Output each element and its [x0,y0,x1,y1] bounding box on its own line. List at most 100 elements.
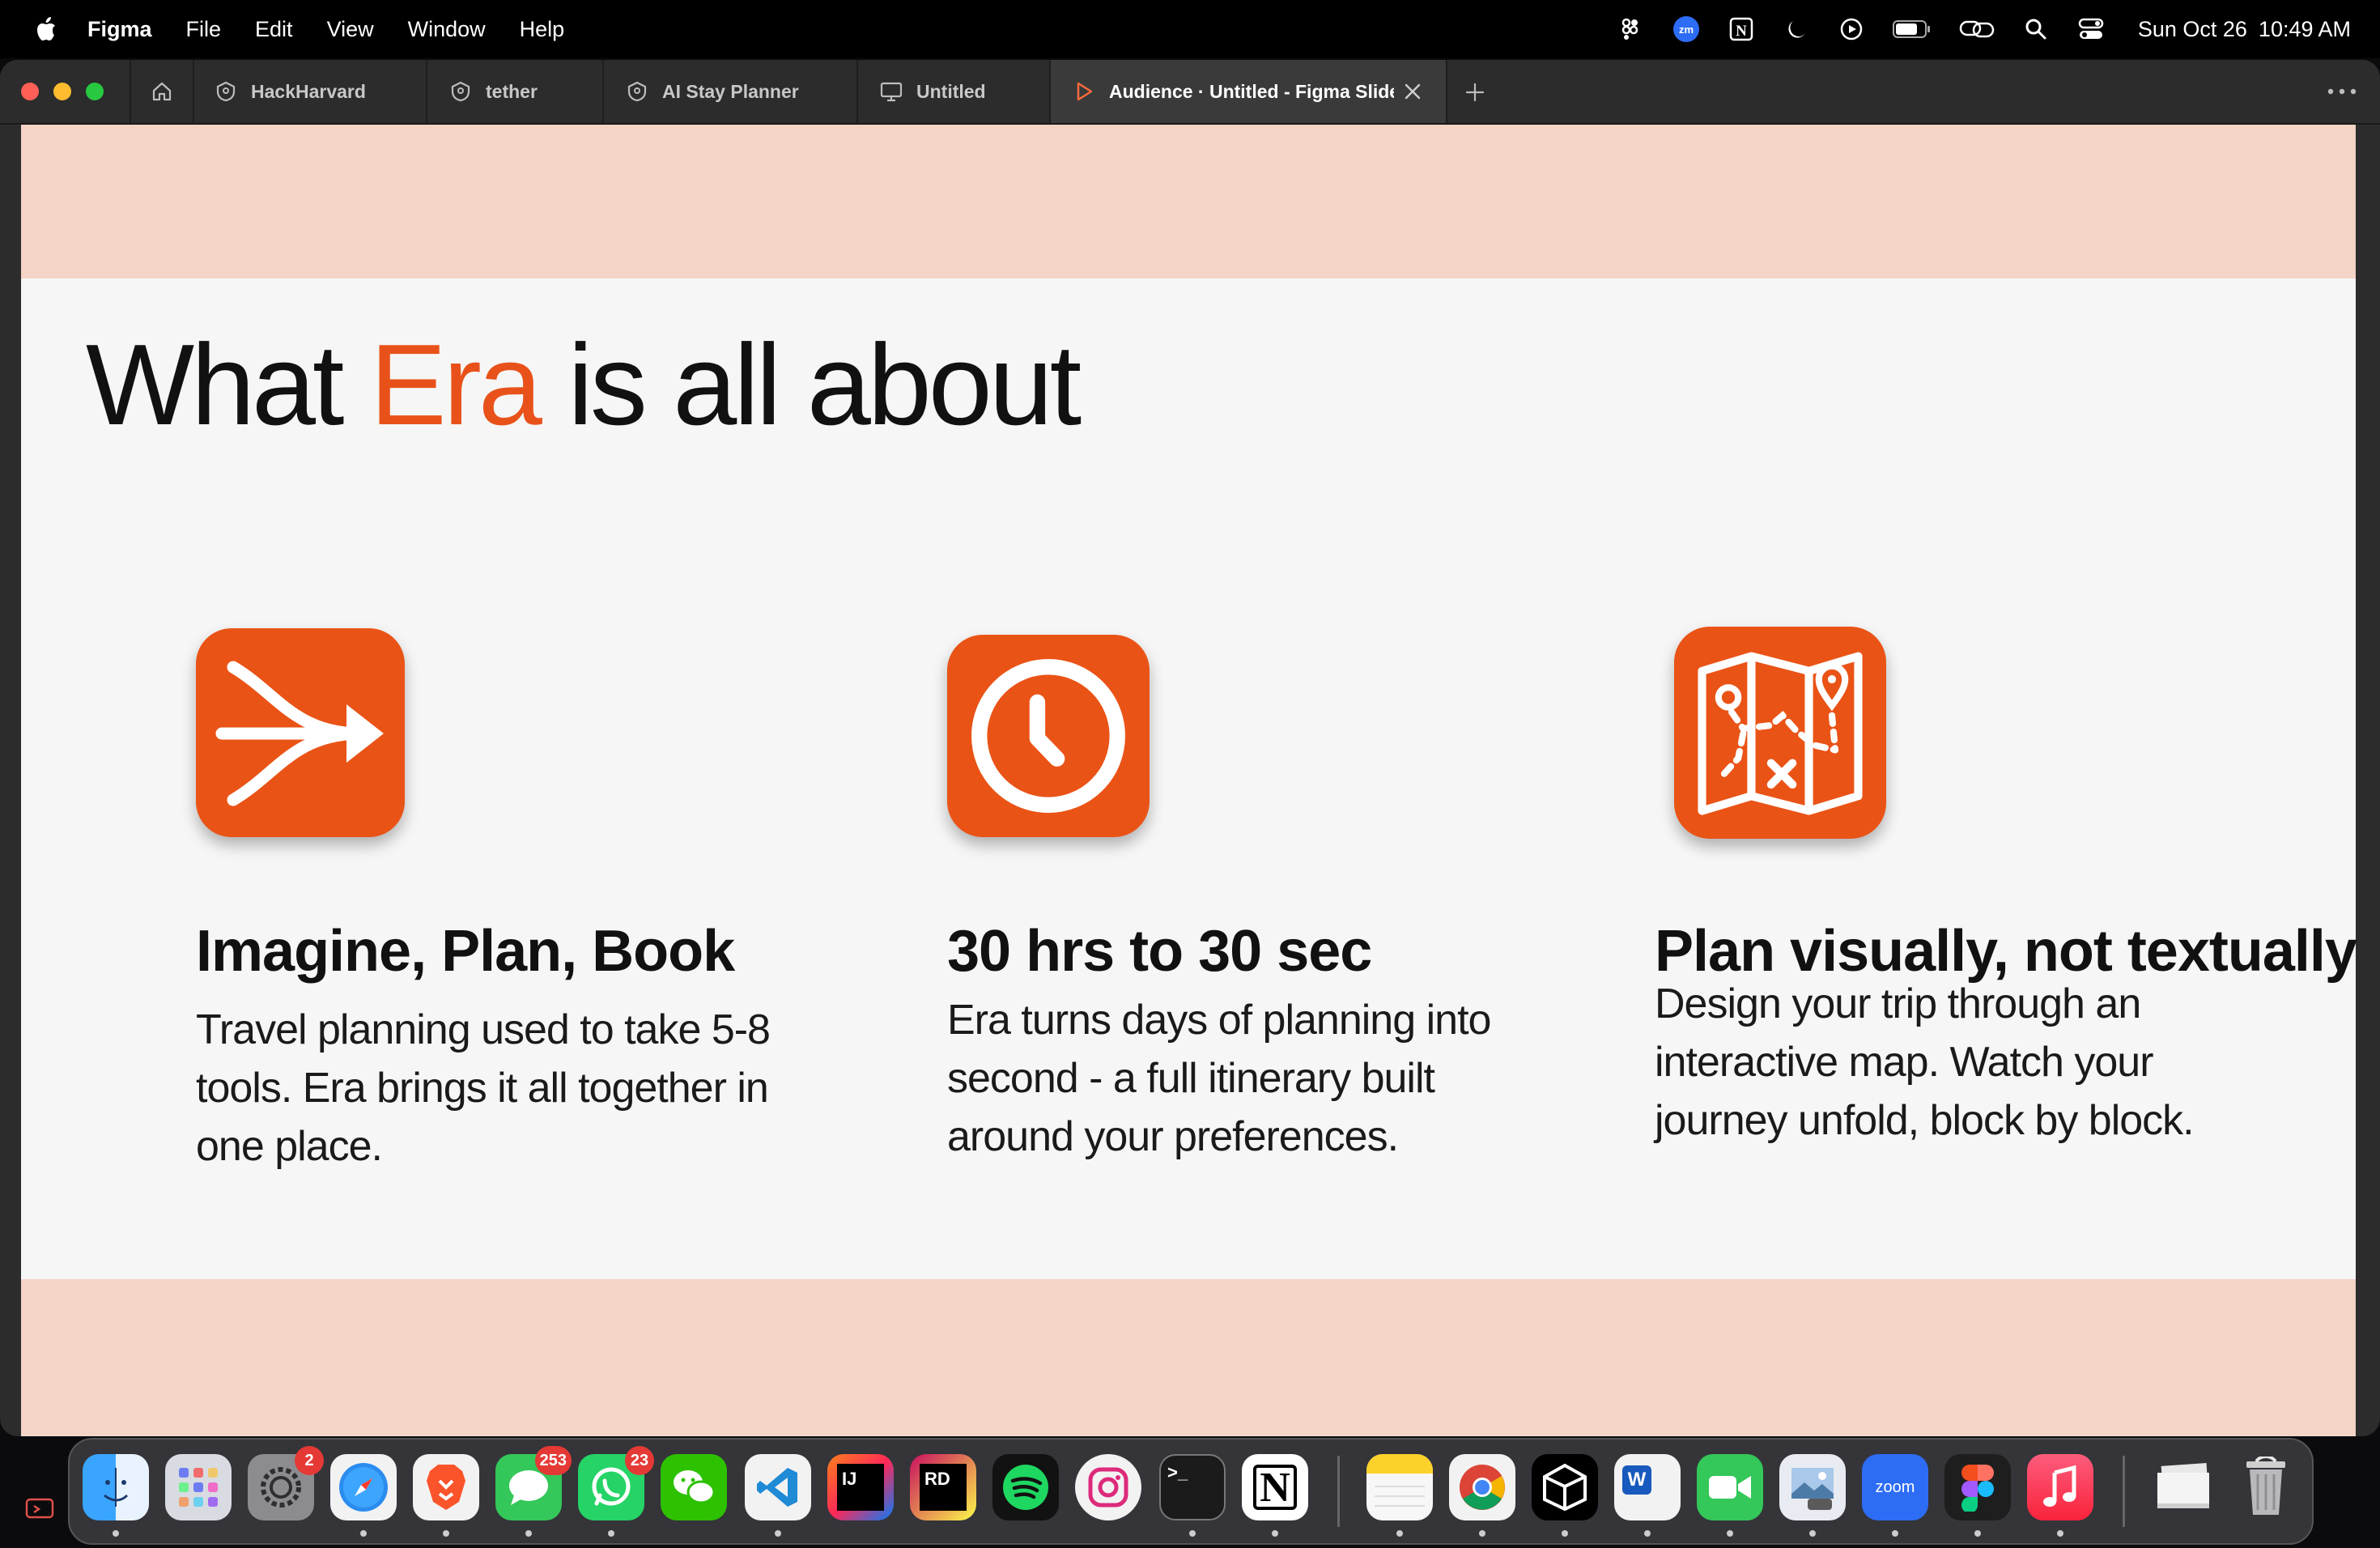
svg-text:zm: zm [1679,23,1694,36]
dock-downloads-stack-icon[interactable] [2150,1454,2216,1520]
tab-untitled[interactable]: Untitled [858,60,1051,123]
map-icon [1674,627,1886,839]
menu-file[interactable]: File [186,17,222,42]
dock-system-settings-icon[interactable]: 2 [248,1446,324,1520]
dock-messages-icon[interactable]: 253 [495,1446,572,1520]
dock-chrome-icon[interactable] [1449,1454,1515,1520]
description-line: one place. [196,1123,383,1170]
dock-unity-icon[interactable] [1532,1454,1598,1520]
running-indicator [1644,1530,1651,1537]
dock-instagram-icon[interactable] [1075,1454,1141,1520]
figma-mirror-icon[interactable] [1617,15,1646,44]
dock-wechat-icon[interactable] [661,1454,727,1520]
running-indicator [113,1530,119,1537]
dock-separator [2123,1456,2125,1527]
dock-word-icon[interactable]: W [1614,1454,1681,1520]
menu-view[interactable]: View [327,17,374,42]
menu-bar: Figma File Edit View Window Help zm N Su… [0,0,2380,58]
feature-30-hrs-to-30-sec: 30 hrs to 30 sec Era turns days of plann… [947,635,1611,1201]
dock-trash-icon[interactable] [2233,1454,2299,1520]
dock-notion-icon[interactable]: N [1242,1454,1308,1520]
feature-description: Travel planning used to take 5-8 tools. … [196,1001,771,1176]
menu-time: 10:49 AM [2258,16,2351,41]
menu-edit[interactable]: Edit [255,17,293,42]
zoom-window-button[interactable] [86,83,104,100]
menu-date: Sun Oct 26 [2137,16,2247,41]
more-options-button[interactable] [2322,78,2362,105]
running-indicator [2057,1530,2063,1537]
dock-intellij-icon[interactable]: IJ [827,1454,894,1520]
clock-icon [947,635,1150,837]
dock-figma-icon[interactable] [1944,1454,2011,1520]
menu-clock[interactable]: Sun Oct 26 10:49 AM [2138,17,2351,42]
close-window-button[interactable] [21,83,39,100]
moon-icon[interactable] [1782,15,1811,44]
merge-arrow-icon [196,628,405,837]
tab-label: HackHarvard [251,80,366,102]
slides-icon [879,79,903,104]
apple-menu-icon[interactable] [31,13,63,45]
link-icon[interactable] [1958,15,1995,44]
menu-app-name[interactable]: Figma [87,17,152,42]
feature-plan-visually: Plan visually, not textually Design your… [1655,627,2357,1193]
menu-help[interactable]: Help [520,17,565,42]
notion-icon[interactable]: N [1727,15,1756,44]
running-indicator [608,1530,614,1537]
dock-rider-icon[interactable]: RD [910,1454,976,1520]
tab-audience-presentation[interactable]: Audience · Untitled - Figma Slide [1051,60,1447,123]
running-indicator [1809,1530,1816,1537]
new-tab-button[interactable] [1457,74,1493,110]
dock-preview-icon[interactable] [1779,1454,1846,1520]
dock-whatsapp-icon[interactable]: 23 [578,1446,654,1520]
dock-safari-icon[interactable] [330,1454,397,1520]
home-icon [152,82,172,101]
dock-spotify-icon[interactable] [992,1454,1059,1520]
control-center-icon[interactable] [2076,15,2106,44]
description-line: Era turns days of planning into [947,997,1491,1044]
tab-label: Untitled [916,80,986,102]
dock-zoom-label: zoom [1875,1478,1915,1496]
description-line: second - a full itinerary built [947,1055,1435,1102]
description-line: interactive map. Watch your [1655,1039,2154,1086]
title-text-before: What [86,321,370,449]
notification-badge: 2 [295,1446,324,1475]
dock-word-label: W [1622,1465,1651,1495]
ellipsis-icon [2327,88,2357,95]
zoom-icon[interactable]: zm [1672,15,1701,44]
title-text-after: is all about [538,321,1082,449]
dock-notes-icon[interactable] [1366,1454,1433,1520]
minimize-window-button[interactable] [53,83,71,100]
dock-launchpad-icon[interactable] [165,1454,232,1520]
dock-zoom-icon[interactable]: zoom [1862,1454,1928,1520]
presentation-canvas: What Era is all about Imagine, Plan, Boo… [21,125,2357,1436]
presentation-corner-icon[interactable] [24,1496,57,1522]
close-tab-icon[interactable] [1400,79,1425,104]
tab-hackharvard[interactable]: HackHarvard [193,60,427,123]
dock-music-icon[interactable] [2027,1454,2093,1520]
menu-window[interactable]: Window [408,17,486,42]
dock-facetime-icon[interactable] [1697,1454,1763,1520]
title-accent-era: Era [369,321,542,449]
tab-tether[interactable]: tether [427,60,604,123]
tab-ai-stay-planner[interactable]: AI Stay Planner [604,60,858,123]
figma-file-icon [448,79,473,104]
tab-label: Audience · Untitled - Figma Slide [1109,80,1394,102]
running-indicator [1727,1530,1733,1537]
dock-brave-icon[interactable] [413,1454,479,1520]
svg-text:N: N [1736,23,1747,40]
battery-icon[interactable] [1892,15,1932,44]
play-icon[interactable] [1837,15,1866,44]
feature-heading: 30 hrs to 30 sec [947,919,1372,984]
running-indicator [1562,1530,1568,1537]
dock-finder-icon[interactable] [83,1454,149,1520]
search-icon[interactable] [2021,15,2051,44]
description-line: tools. Era brings it all together in [196,1065,769,1112]
description-line: Travel planning used to take 5-8 [196,1006,771,1053]
dock-notion-label: N [1253,1465,1297,1511]
home-button[interactable] [130,60,194,123]
dock-vscode-icon[interactable] [745,1454,811,1520]
dock-intellij-label: IJ [837,1464,884,1511]
running-indicator [1396,1530,1403,1537]
slide-title: What Era is all about [86,319,1082,452]
dock-terminal-icon[interactable]: >_ [1159,1454,1226,1520]
